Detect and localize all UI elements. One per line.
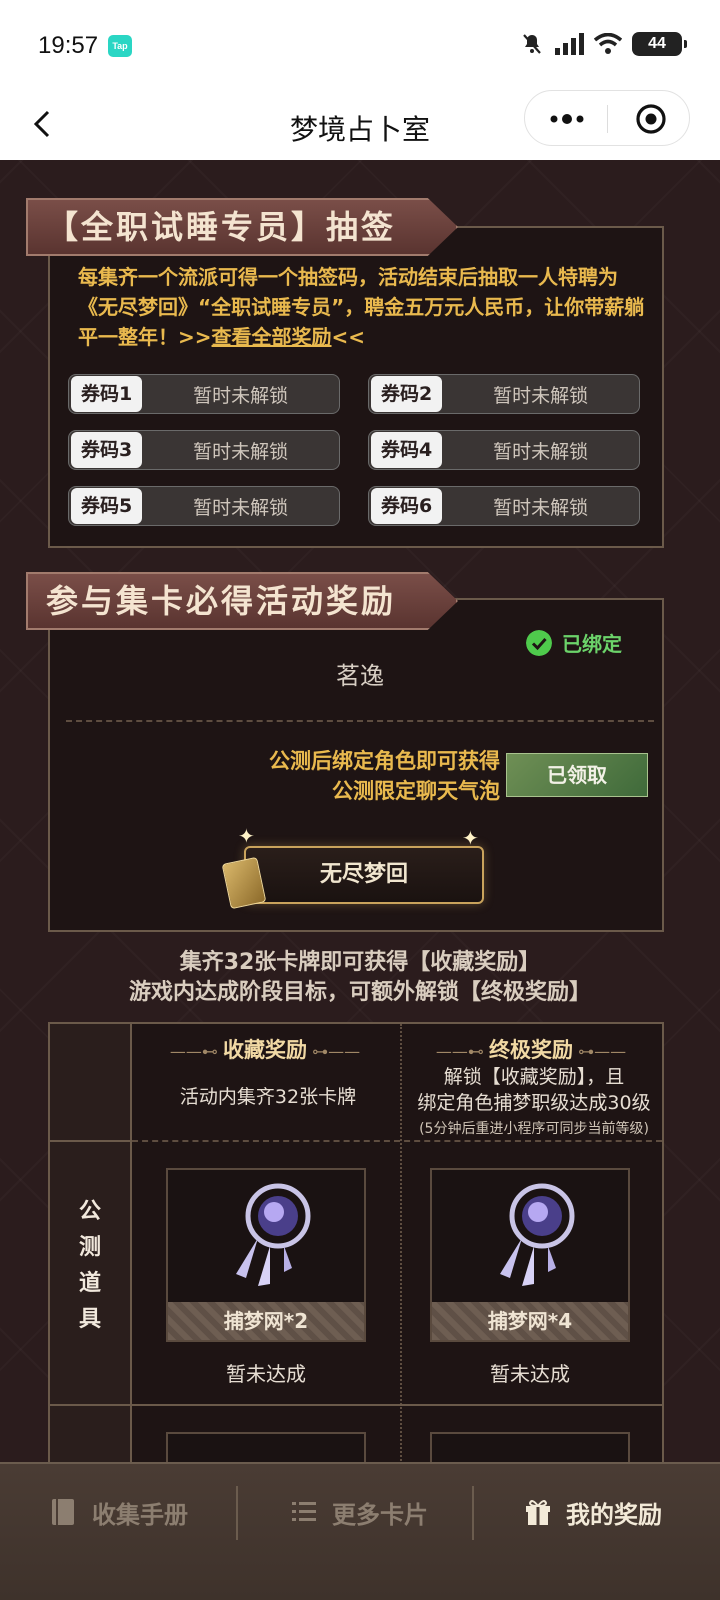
column-divider [400, 1024, 402, 1500]
ultimate-reward-desc: 解锁【收藏奖励】，且 绑定角色捕梦职级达成30级 (5分钟后重进小程序可同步当前… [404, 1064, 664, 1142]
list-icon [292, 1502, 316, 1521]
dreamcatcher-icon [500, 1183, 575, 1286]
item-status: 暂未达成 [490, 1362, 570, 1386]
code-tag: 券码5 [71, 488, 143, 524]
tab-separator [472, 1486, 474, 1540]
lottery-code-4[interactable]: 券码4 暂时未解锁 [368, 430, 640, 470]
wifi-icon [594, 33, 622, 54]
code-tag: 券码2 [371, 376, 443, 412]
code-tag: 券码6 [371, 488, 443, 524]
gift-icon [526, 1500, 550, 1525]
collect-hint: 集齐32张卡牌即可获得【收藏奖励】 游戏内达成阶段目标，可额外解锁【终极奖励】 [0, 948, 720, 1008]
view-all-rewards-link[interactable]: 查看全部奖励 [212, 325, 332, 349]
ornament-left-icon: ——⊷ [169, 1042, 223, 1061]
tab-collection-book[interactable]: 收集手册 [50, 1490, 188, 1534]
ultimate-desc-line-2: 绑定角色捕梦职级达成30级 [417, 1092, 651, 1114]
lottery-link-suffix: << [331, 325, 366, 349]
bound-label: 已绑定 [562, 632, 622, 656]
tab-more-cards[interactable]: 更多卡片 [290, 1490, 428, 1534]
lottery-heading: 【全职试睡专员】抽签码 [26, 198, 458, 256]
tap-app-icon: Tap [108, 35, 132, 57]
row-label-beta-items: 公测道具 [78, 1199, 101, 1332]
table-divider [50, 1140, 132, 1142]
item-card-dreamcatcher-2[interactable]: 捕梦网*2 [166, 1168, 366, 1342]
item-card-dreamcatcher-4[interactable]: 捕梦网*4 [430, 1168, 630, 1342]
participation-heading: 参与集卡必得活动奖励 [26, 572, 458, 630]
rewards-table: ——⊷ 收藏奖励 ⊶—— 活动内集齐32张卡牌 ——⊷ 终极奖励 ⊶—— 解锁【… [48, 1022, 664, 1500]
reward-line-1: 公测后绑定角色即可获得 [269, 749, 500, 773]
claimed-button[interactable]: 已领取 [506, 753, 648, 797]
dreamcatcher-icon [236, 1183, 311, 1286]
code-status: 暂时未解锁 [493, 440, 589, 463]
more-dots-icon[interactable] [547, 109, 587, 129]
collect-hint-line-2: 游戏内达成阶段目标，可额外解锁【终极奖励】 [128, 980, 591, 1005]
bottom-tab-bar: 收集手册 更多卡片 我的奖励 [0, 1462, 720, 1600]
nav-bar: 梦境占卜室 [0, 90, 720, 160]
lottery-description: 每集齐一个流派可得一个抽签码，活动结束后抽取一人特聘为《无尽梦回》“全职试睡专员… [78, 262, 648, 352]
game-launch-button[interactable]: 无尽梦回 [244, 846, 484, 904]
status-icons: 44 [520, 32, 687, 56]
book-icon [52, 1499, 74, 1525]
reward-line-2: 公测限定聊天气泡 [332, 779, 500, 803]
main-content[interactable]: 【全职试睡专员】抽签码 每集齐一个流派可得一个抽签码，活动结束后抽取一人特聘为《… [0, 160, 720, 1500]
check-circle-icon [526, 629, 552, 656]
code-tag: 券码4 [371, 432, 443, 468]
item-name: 捕梦网*4 [432, 1302, 628, 1340]
code-status: 暂时未解锁 [193, 384, 289, 407]
sparkle-icon: ✦ [238, 824, 255, 848]
mute-bell-icon [523, 34, 541, 54]
battery-indicator: 44 [632, 32, 687, 56]
signal-icon [555, 33, 584, 55]
capsule-divider [607, 105, 608, 133]
tab-separator [236, 1486, 238, 1540]
item-name: 捕梦网*2 [168, 1302, 364, 1340]
lottery-code-3[interactable]: 券码3 暂时未解锁 [68, 430, 340, 470]
bound-status: 已绑定 [526, 628, 622, 657]
bubble-reward-text: 公测后绑定角色即可获得 公测限定聊天气泡 [200, 746, 500, 806]
sparkle-icon: ✦ [462, 826, 479, 850]
close-target-icon[interactable] [635, 103, 667, 135]
tab-label: 我的奖励 [566, 1500, 662, 1529]
section-dashed-divider [66, 720, 654, 722]
ultimate-desc-line-1: 解锁【收藏奖励】，且 [443, 1066, 625, 1088]
code-status: 暂时未解锁 [493, 384, 589, 407]
collection-reward-desc: 活动内集齐32张卡牌 [179, 1086, 357, 1108]
tab-label: 更多卡片 [332, 1500, 428, 1529]
lottery-code-grid: 券码1 暂时未解锁 券码2 暂时未解锁 券码3 暂时未解锁 券码4 暂时未解锁 … [68, 374, 648, 526]
code-status: 暂时未解锁 [193, 496, 289, 519]
ultimate-desc-note: (5分钟后重进小程序可同步当前等级) [419, 1121, 649, 1137]
mini-program-capsule [524, 90, 690, 146]
collection-reward-title: ——⊷ 收藏奖励 ⊶—— [140, 1034, 390, 1064]
ornament-left-icon: ——⊷ [435, 1042, 489, 1061]
ultimate-reward-title: ——⊷ 终极奖励 ⊶—— [406, 1034, 656, 1064]
status-time: 19:57 [38, 32, 99, 59]
lottery-code-6[interactable]: 券码6 暂时未解锁 [368, 486, 640, 526]
lottery-code-1[interactable]: 券码1 暂时未解锁 [68, 374, 340, 414]
ornament-right-icon: ⊶—— [573, 1042, 627, 1061]
ornament-right-icon: ⊶—— [307, 1042, 361, 1061]
lottery-code-2[interactable]: 券码2 暂时未解锁 [368, 374, 640, 414]
collect-hint-line-1: 集齐32张卡牌即可获得【收藏奖励】 [179, 950, 541, 975]
status-bar: 19:57 Tap 44 [0, 0, 720, 90]
bound-username: 茗逸 [336, 662, 384, 690]
code-status: 暂时未解锁 [193, 440, 289, 463]
collection-reward-title-text: 收藏奖励 [223, 1038, 307, 1062]
item-status: 暂未达成 [226, 1362, 306, 1386]
lottery-code-5[interactable]: 券码5 暂时未解锁 [68, 486, 340, 526]
code-tag: 券码3 [71, 432, 143, 468]
ultimate-reward-title-text: 终极奖励 [489, 1038, 573, 1062]
tab-my-rewards[interactable]: 我的奖励 [524, 1490, 662, 1534]
code-tag: 券码1 [71, 376, 143, 412]
tab-label: 收集手册 [92, 1500, 188, 1529]
code-status: 暂时未解锁 [493, 496, 589, 519]
table-divider [50, 1404, 662, 1406]
